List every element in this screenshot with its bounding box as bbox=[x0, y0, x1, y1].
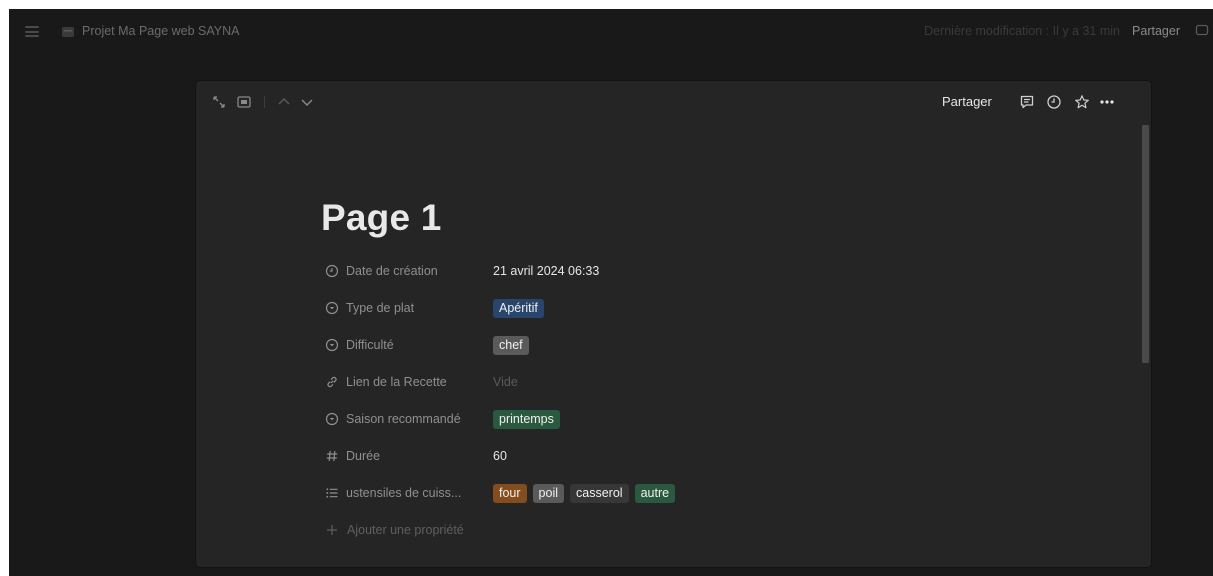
comment-icon[interactable] bbox=[1019, 94, 1035, 110]
comment-icon[interactable] bbox=[1195, 24, 1209, 38]
property-difficulty[interactable]: Difficulté chef bbox=[321, 332, 1001, 358]
tag[interactable]: chef bbox=[493, 335, 529, 355]
top-bar: Projet Ma Page web SAYNA Dernière modifi… bbox=[9, 9, 1213, 54]
property-label-text: Lien de la Recette bbox=[346, 375, 447, 389]
select-icon bbox=[325, 301, 339, 315]
property-label[interactable]: Date de création bbox=[321, 264, 493, 278]
add-property-label: Ajouter une propriété bbox=[347, 523, 464, 537]
page-icon bbox=[62, 27, 74, 37]
scrollbar[interactable] bbox=[1142, 125, 1149, 363]
more-options-icon[interactable] bbox=[1099, 94, 1115, 110]
menu-icon[interactable] bbox=[25, 26, 39, 37]
property-label[interactable]: Durée bbox=[321, 449, 493, 463]
property-duration[interactable]: Durée 60 bbox=[321, 443, 1001, 469]
select-icon bbox=[325, 338, 339, 352]
property-recipe-link[interactable]: Lien de la Recette Vide bbox=[321, 369, 1001, 395]
app-window: Projet Ma Page web SAYNA Dernière modifi… bbox=[9, 9, 1213, 576]
number-icon bbox=[326, 450, 338, 462]
property-utensils[interactable]: ustensiles de cuiss... four poil cassero… bbox=[321, 480, 1001, 506]
toolbar-divider bbox=[264, 96, 265, 108]
property-label[interactable]: Type de plat bbox=[321, 301, 493, 315]
property-value: 21 avril 2024 06:33 bbox=[493, 264, 599, 278]
property-label-text: Saison recommandé bbox=[346, 412, 461, 426]
peek-mode-icon[interactable] bbox=[236, 94, 252, 110]
property-value[interactable]: Apéritif bbox=[493, 298, 550, 318]
link-icon bbox=[327, 376, 337, 388]
tag[interactable]: Apéritif bbox=[493, 298, 544, 318]
property-season[interactable]: Saison recommandé printemps bbox=[321, 406, 1001, 432]
property-value[interactable]: Vide bbox=[493, 375, 518, 389]
add-property-button[interactable]: Ajouter une propriété bbox=[321, 517, 1001, 543]
last-edited-status: Dernière modification : Il y a 31 min bbox=[924, 24, 1120, 38]
tag[interactable]: poil bbox=[532, 483, 565, 503]
select-icon bbox=[325, 412, 339, 426]
clock-icon bbox=[325, 264, 339, 278]
chevron-down-icon[interactable] bbox=[299, 94, 315, 110]
created-time-value: 21 avril 2024 06:33 bbox=[493, 264, 600, 278]
property-value[interactable]: 60 bbox=[493, 449, 507, 463]
property-label-text: ustensiles de cuiss... bbox=[346, 486, 462, 500]
star-icon[interactable] bbox=[1074, 94, 1090, 110]
property-label-text: Type de plat bbox=[346, 301, 415, 315]
page-title[interactable]: Page 1 bbox=[321, 197, 442, 239]
page-peek-modal: Partager Page 1 Date de création 21 avri… bbox=[196, 81, 1151, 567]
property-label-text: Difficulté bbox=[346, 338, 394, 352]
property-value[interactable]: chef bbox=[493, 335, 535, 355]
chevron-up-icon[interactable] bbox=[276, 94, 292, 110]
property-dish-type[interactable]: Type de plat Apéritif bbox=[321, 295, 1001, 321]
property-label[interactable]: ustensiles de cuiss... bbox=[321, 486, 493, 500]
multi-select-icon bbox=[326, 488, 338, 498]
property-label[interactable]: Difficulté bbox=[321, 338, 493, 352]
property-label[interactable]: Lien de la Recette bbox=[321, 375, 493, 389]
tag[interactable]: printemps bbox=[493, 409, 560, 429]
property-value[interactable]: printemps bbox=[493, 409, 566, 429]
history-clock-icon[interactable] bbox=[1046, 94, 1062, 110]
share-button[interactable]: Partager bbox=[942, 94, 992, 109]
property-label-text: Date de création bbox=[346, 264, 438, 278]
expand-icon[interactable] bbox=[211, 94, 227, 110]
tag[interactable]: casserol bbox=[570, 483, 629, 503]
top-share-button[interactable]: Partager bbox=[1132, 24, 1180, 38]
property-created-time[interactable]: Date de création 21 avril 2024 06:33 bbox=[321, 258, 1001, 284]
empty-value-placeholder[interactable]: Vide bbox=[493, 375, 518, 389]
add-property[interactable]: Ajouter une propriété bbox=[321, 523, 464, 537]
modal-toolbar: Partager bbox=[196, 81, 1151, 125]
duration-value[interactable]: 60 bbox=[493, 449, 507, 463]
tag[interactable]: autre bbox=[634, 483, 676, 503]
property-label-text: Durée bbox=[346, 449, 381, 463]
property-label[interactable]: Saison recommandé bbox=[321, 412, 493, 426]
breadcrumb[interactable]: Projet Ma Page web SAYNA bbox=[82, 24, 239, 38]
plus-icon bbox=[327, 525, 337, 535]
property-value[interactable]: four poil casserol autre bbox=[493, 483, 681, 503]
tag[interactable]: four bbox=[493, 483, 527, 503]
